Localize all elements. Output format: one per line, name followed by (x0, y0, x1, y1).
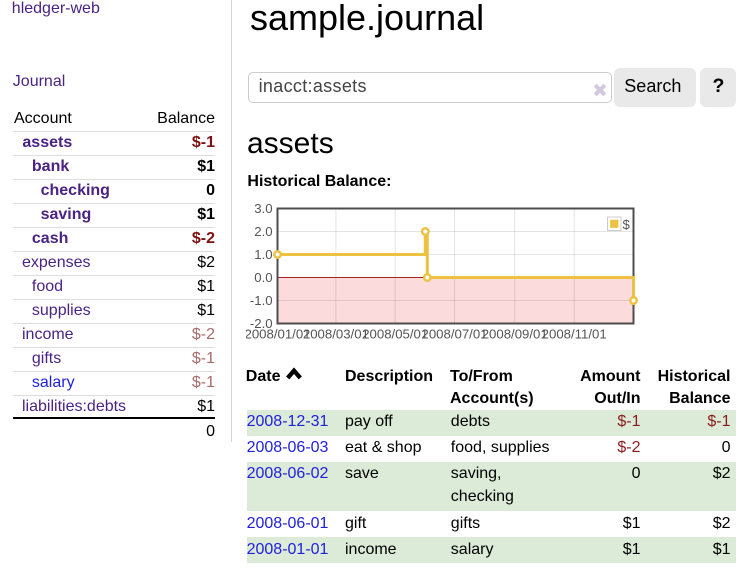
svg-text:0.0: 0.0 (254, 270, 272, 285)
svg-text:-1.0: -1.0 (250, 293, 273, 308)
svg-text:3.0: 3.0 (254, 201, 272, 216)
svg-text:2008/11/01: 2008/11/01 (542, 326, 607, 341)
svg-text:2008/03/01: 2008/03/01 (303, 326, 369, 341)
svg-text:2.0: 2.0 (254, 224, 272, 239)
svg-text:1.0: 1.0 (254, 247, 272, 262)
svg-text:2008/07/01: 2008/07/01 (421, 326, 487, 341)
svg-text:$: $ (623, 217, 631, 232)
svg-text:2008/09/01: 2008/09/01 (482, 326, 548, 341)
svg-text:2008/01/01: 2008/01/01 (246, 326, 311, 341)
svg-text:2008/05/01: 2008/05/01 (362, 326, 428, 341)
